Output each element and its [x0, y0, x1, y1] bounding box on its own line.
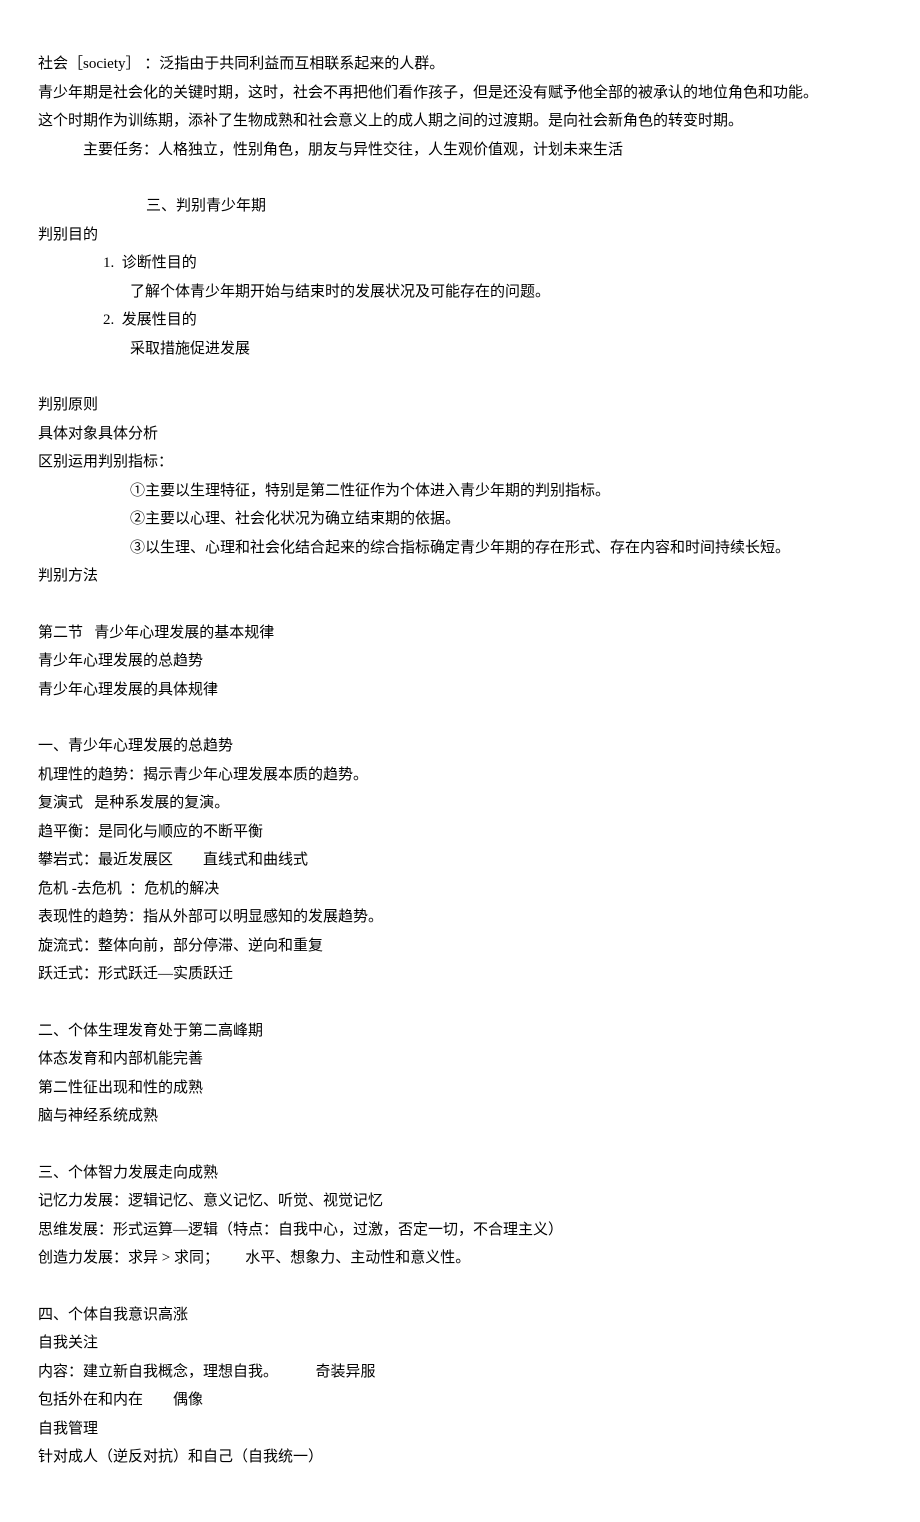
text-line: 了解个体青少年期开始与结束时的发展状况及可能存在的问题。 — [38, 278, 882, 307]
text-line: 这个时期作为训练期，添补了生物成熟和社会意义上的成人期之间的过渡期。是向社会新角… — [38, 107, 882, 136]
text-line: 记忆力发展：逻辑记忆、意义记忆、听觉、视觉记忆 — [38, 1187, 882, 1216]
text-line: 判别目的 — [38, 221, 882, 250]
text-line: 采取措施促进发展 — [38, 335, 882, 364]
text-line: 包括外在和内在 偶像 — [38, 1386, 882, 1415]
text-line: 思维发展：形式运算—逻辑（特点：自我中心，过激，否定一切，不合理主义） — [38, 1216, 882, 1245]
text-line: 体态发育和内部机能完善 — [38, 1045, 882, 1074]
text-line: 2. 发展性目的 — [38, 306, 882, 335]
text-line: 脑与神经系统成熟 — [38, 1102, 882, 1131]
text-line: 判别原则 — [38, 391, 882, 420]
text-line: 判别方法 — [38, 562, 882, 591]
text-line: 趋平衡：是同化与顺应的不断平衡 — [38, 818, 882, 847]
text-line: 旋流式：整体向前，部分停滞、逆向和重复 — [38, 932, 882, 961]
text-line: 三、判别青少年期 — [38, 192, 882, 221]
text-line: 针对成人（逆反对抗）和自己（自我统一） — [38, 1443, 882, 1472]
text-line: ③以生理、心理和社会化结合起来的综合指标确定青少年期的存在形式、存在内容和时间持… — [38, 534, 882, 563]
text-line: 区别运用判别指标： — [38, 448, 882, 477]
blank-line — [38, 363, 882, 391]
text-line: 一、青少年心理发展的总趋势 — [38, 732, 882, 761]
text-line: 四、个体自我意识高涨 — [38, 1301, 882, 1330]
blank-line — [38, 1273, 882, 1301]
text-line: 第二节 青少年心理发展的基本规律 — [38, 619, 882, 648]
text-line: 攀岩式：最近发展区 直线式和曲线式 — [38, 846, 882, 875]
blank-line — [38, 1131, 882, 1159]
text-line: 第二性征出现和性的成熟 — [38, 1074, 882, 1103]
text-line: 青少年期是社会化的关键时期，这时，社会不再把他们看作孩子，但是还没有赋予他全部的… — [38, 79, 882, 108]
text-line: ②主要以心理、社会化状况为确立结束期的依据。 — [38, 505, 882, 534]
blank-line — [38, 704, 882, 732]
blank-line — [38, 164, 882, 192]
text-line: 内容：建立新自我概念，理想自我。 奇装异服 — [38, 1358, 882, 1387]
text-line: 具体对象具体分析 — [38, 420, 882, 449]
text-line: 创造力发展：求异 > 求同； 水平、想象力、主动性和意义性。 — [38, 1244, 882, 1273]
text-line: 自我管理 — [38, 1415, 882, 1444]
text-line: 跃迁式：形式跃迁—实质跃迁 — [38, 960, 882, 989]
text-line: 自我关注 — [38, 1329, 882, 1358]
blank-line — [38, 989, 882, 1017]
text-line: 表现性的趋势：指从外部可以明显感知的发展趋势。 — [38, 903, 882, 932]
document-body: 社会［society］ ：泛指由于共同利益而互相联系起来的人群。青少年期是社会化… — [38, 50, 882, 1472]
text-line: 主要任务：人格独立，性别角色，朋友与异性交往，人生观价值观，计划未来生活 — [38, 136, 882, 165]
text-line: 青少年心理发展的具体规律 — [38, 676, 882, 705]
text-line: 社会［society］ ：泛指由于共同利益而互相联系起来的人群。 — [38, 50, 882, 79]
text-line: 复演式 是种系发展的复演。 — [38, 789, 882, 818]
text-line: ①主要以生理特征，特别是第二性征作为个体进入青少年期的判别指标。 — [38, 477, 882, 506]
text-line: 机理性的趋势：揭示青少年心理发展本质的趋势。 — [38, 761, 882, 790]
text-line: 三、个体智力发展走向成熟 — [38, 1159, 882, 1188]
text-line: 危机 -去危机 ：危机的解决 — [38, 875, 882, 904]
text-line: 二、个体生理发育处于第二高峰期 — [38, 1017, 882, 1046]
text-line: 1. 诊断性目的 — [38, 249, 882, 278]
text-line: 青少年心理发展的总趋势 — [38, 647, 882, 676]
blank-line — [38, 591, 882, 619]
